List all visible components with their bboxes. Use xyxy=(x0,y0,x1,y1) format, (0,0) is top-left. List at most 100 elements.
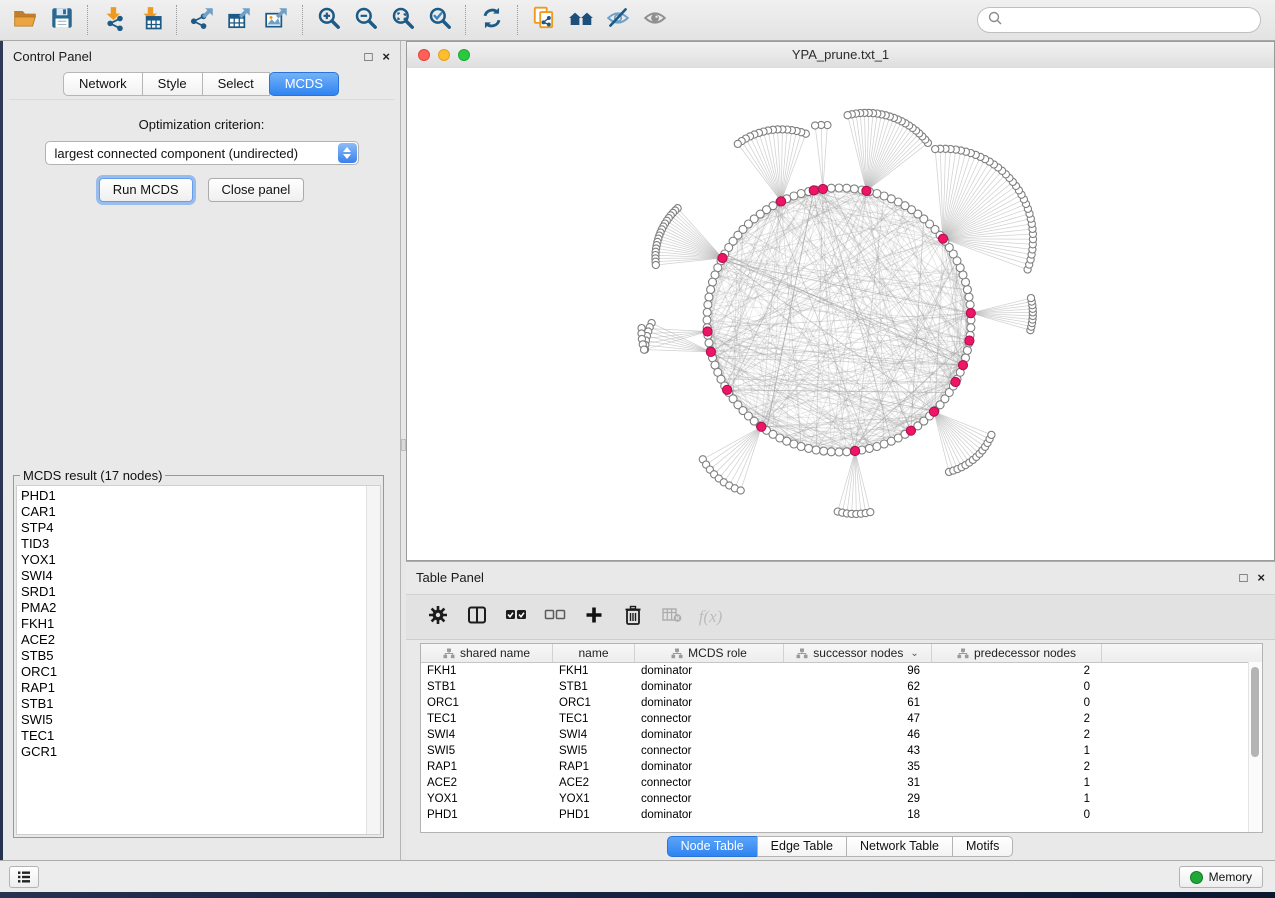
mcds-result-item[interactable]: ORC1 xyxy=(21,664,364,680)
tab-select[interactable]: Select xyxy=(202,72,270,96)
network-window-titlebar[interactable]: YPA_prune.txt_1 xyxy=(407,42,1274,69)
show-all-icon xyxy=(641,5,669,36)
mcds-result-item[interactable]: STB5 xyxy=(21,648,364,664)
search-input[interactable] xyxy=(1003,12,1237,29)
close-panel-icon[interactable]: × xyxy=(382,50,390,63)
select-all-button[interactable] xyxy=(506,608,525,627)
refresh-icon xyxy=(479,5,505,36)
search-box[interactable] xyxy=(977,7,1261,33)
import-network-button[interactable] xyxy=(95,3,132,37)
tab-node-table[interactable]: Node Table xyxy=(667,836,758,857)
zoom-fit-icon xyxy=(390,5,416,36)
mcds-result-item[interactable]: STB1 xyxy=(21,696,364,712)
toggle-column-view-button[interactable] xyxy=(467,608,486,627)
zoom-fit-button[interactable] xyxy=(384,3,421,37)
tab-edge-table[interactable]: Edge Table xyxy=(757,836,847,857)
column-header-predecessor-nodes[interactable]: predecessor nodes xyxy=(932,644,1102,662)
close-window-icon[interactable] xyxy=(418,49,430,61)
run-mcds-button[interactable]: Run MCDS xyxy=(99,178,193,202)
import-table-button[interactable] xyxy=(132,3,169,37)
network-view-window: YPA_prune.txt_1 xyxy=(406,41,1275,561)
mcds-result-item[interactable]: PHD1 xyxy=(21,488,364,504)
mcds-result-item[interactable]: YOX1 xyxy=(21,552,364,568)
refresh-button[interactable] xyxy=(473,3,510,37)
table-row[interactable]: FKH1FKH1dominator962 xyxy=(421,663,1262,679)
shared-attribute-icon xyxy=(443,648,455,659)
mcds-result-item[interactable]: PMA2 xyxy=(21,600,364,616)
settings-button[interactable] xyxy=(428,608,447,627)
cell-predecessor-nodes: 2 xyxy=(932,761,1102,773)
tab-network-table[interactable]: Network Table xyxy=(846,836,953,857)
mcds-result-item[interactable]: SWI5 xyxy=(21,712,364,728)
close-table-panel-icon[interactable]: × xyxy=(1257,571,1265,584)
mcds-result-item[interactable]: SRD1 xyxy=(21,584,364,600)
table-row[interactable]: ACE2ACE2connector311 xyxy=(421,775,1262,791)
mcds-result-item[interactable]: FKH1 xyxy=(21,616,364,632)
table-row[interactable]: TEC1TEC1connector472 xyxy=(421,711,1262,727)
memory-button[interactable]: Memory xyxy=(1179,866,1263,888)
float-table-panel-icon[interactable]: □ xyxy=(1240,571,1248,584)
control-panel-tabs: NetworkStyleSelectMCDS xyxy=(3,72,400,96)
optimization-criterion-dropdown[interactable]: largest connected component (undirected) xyxy=(45,141,359,165)
minimize-window-icon[interactable] xyxy=(438,49,450,61)
mcds-result-item[interactable]: STP4 xyxy=(21,520,364,536)
cell-predecessor-nodes: 1 xyxy=(932,745,1102,757)
table-scrollbar[interactable] xyxy=(1248,662,1262,832)
tab-style[interactable]: Style xyxy=(142,72,203,96)
tab-motifs[interactable]: Motifs xyxy=(952,836,1013,857)
deselect-all-button[interactable] xyxy=(545,608,564,627)
column-header-name[interactable]: name xyxy=(553,644,635,662)
first-neighbors-button[interactable] xyxy=(562,3,599,37)
open-file-button[interactable] xyxy=(6,3,43,37)
export-table-button[interactable] xyxy=(221,3,258,37)
table-row[interactable]: SWI5SWI5connector431 xyxy=(421,743,1262,759)
column-header-MCDS-role[interactable]: MCDS role xyxy=(635,644,784,662)
sort-descending-icon: ⌄ xyxy=(910,648,918,659)
column-header-successor-nodes[interactable]: successor nodes⌄ xyxy=(784,644,932,662)
tab-network[interactable]: Network xyxy=(63,72,143,96)
table-row[interactable]: RAP1RAP1dominator352 xyxy=(421,759,1262,775)
zoom-out-icon xyxy=(353,5,379,36)
maximize-window-icon[interactable] xyxy=(458,49,470,61)
zoom-in-button[interactable] xyxy=(310,3,347,37)
add-column-button[interactable] xyxy=(584,608,603,627)
table-row[interactable]: SWI4SWI4dominator462 xyxy=(421,727,1262,743)
search-icon xyxy=(987,10,1003,31)
float-panel-icon[interactable]: □ xyxy=(365,50,373,63)
zoom-out-button[interactable] xyxy=(347,3,384,37)
mcds-result-item[interactable]: RAP1 xyxy=(21,680,364,696)
hide-selected-button[interactable] xyxy=(599,3,636,37)
toggle-column-view-icon xyxy=(467,605,487,630)
zoom-selected-icon xyxy=(427,5,453,36)
table-row[interactable]: STB1STB1dominator620 xyxy=(421,679,1262,695)
network-graph-canvas[interactable] xyxy=(407,68,1274,560)
mcds-result-item[interactable]: TEC1 xyxy=(21,728,364,744)
table-row[interactable]: YOX1YOX1connector291 xyxy=(421,791,1262,807)
show-panel-list-button[interactable] xyxy=(9,866,39,888)
mcds-result-scrollbar[interactable] xyxy=(366,486,380,834)
mcds-result-item[interactable]: TID3 xyxy=(21,536,364,552)
zoom-in-icon xyxy=(316,5,342,36)
clone-network-button[interactable] xyxy=(525,3,562,37)
table-row[interactable]: ORC1ORC1dominator610 xyxy=(421,695,1262,711)
export-network-button[interactable] xyxy=(184,3,221,37)
mcds-result-item[interactable]: SWI4 xyxy=(21,568,364,584)
save-session-button[interactable] xyxy=(43,3,80,37)
delete-column-button[interactable] xyxy=(623,608,642,627)
mcds-result-item[interactable]: GCR1 xyxy=(21,744,364,760)
zoom-selected-button[interactable] xyxy=(421,3,458,37)
column-header-shared-name[interactable]: shared name xyxy=(421,644,553,662)
column-label: predecessor nodes xyxy=(974,646,1076,660)
mcds-result-item[interactable]: ACE2 xyxy=(21,632,364,648)
table-scrollbar-thumb[interactable] xyxy=(1251,667,1259,757)
shared-attribute-icon xyxy=(796,648,808,659)
cell-successor-nodes: 31 xyxy=(784,777,932,789)
export-image-button[interactable] xyxy=(258,3,295,37)
close-panel-button[interactable]: Close panel xyxy=(208,178,305,202)
main-toolbar xyxy=(0,0,1275,41)
tab-mcds[interactable]: MCDS xyxy=(269,72,339,96)
mcds-result-item[interactable]: CAR1 xyxy=(21,504,364,520)
table-row[interactable]: PHD1PHD1dominator180 xyxy=(421,807,1262,823)
cell-MCDS-role: dominator xyxy=(635,809,784,821)
show-all-button[interactable] xyxy=(636,3,673,37)
